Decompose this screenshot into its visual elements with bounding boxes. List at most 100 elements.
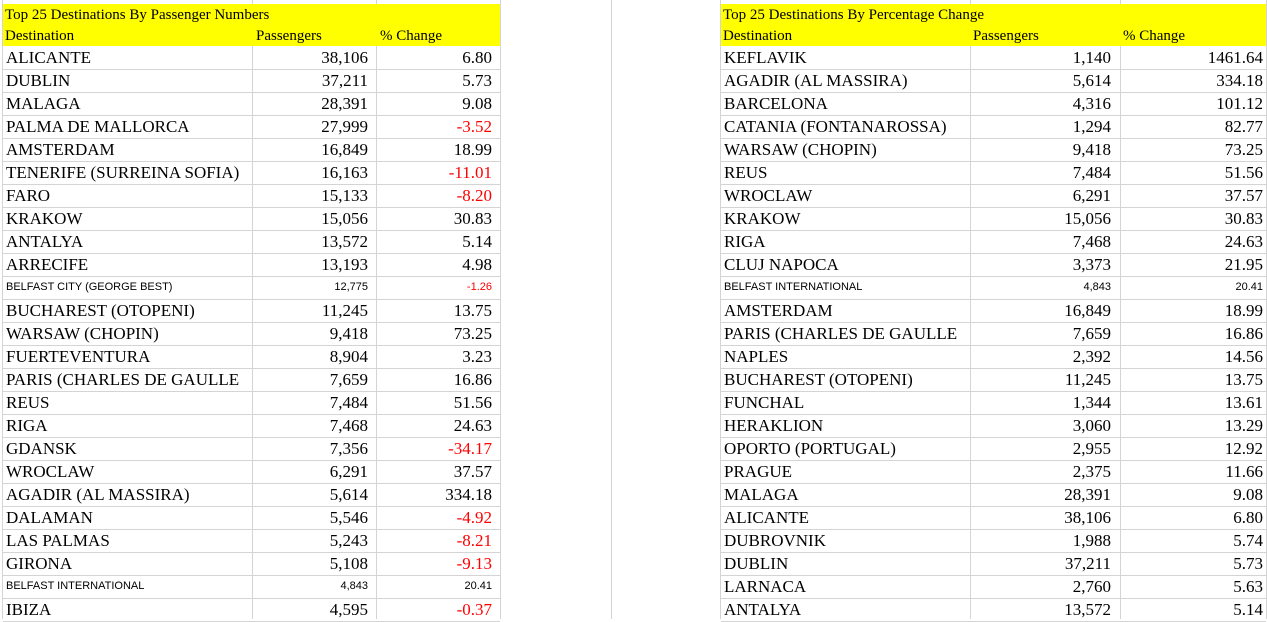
destination-cell[interactable]: MALAGA (724, 483, 970, 506)
passengers-cell[interactable]: 16,849 (253, 138, 368, 161)
destination-cell[interactable]: GIRONA (6, 552, 253, 575)
change-cell[interactable]: -8.21 (377, 529, 492, 552)
change-cell[interactable]: 73.25 (377, 322, 492, 345)
change-cell[interactable]: 11.66 (1121, 460, 1263, 483)
destination-cell[interactable]: WROCLAW (6, 460, 253, 483)
change-cell[interactable]: -1.26 (377, 276, 492, 299)
change-cell[interactable]: 73.25 (1121, 138, 1263, 161)
change-cell[interactable]: -11.01 (377, 161, 492, 184)
change-cell[interactable]: -4.92 (377, 506, 492, 529)
change-cell[interactable]: -3.52 (377, 115, 492, 138)
change-cell[interactable]: 30.83 (1121, 207, 1263, 230)
change-cell[interactable]: 51.56 (377, 391, 492, 414)
passengers-cell[interactable]: 28,391 (253, 92, 368, 115)
change-cell[interactable]: 1461.64 (1121, 46, 1263, 69)
change-cell[interactable]: 16.86 (377, 368, 492, 391)
change-cell[interactable]: 334.18 (1121, 69, 1263, 92)
change-cell[interactable]: 20.41 (377, 575, 492, 598)
change-cell[interactable]: 9.08 (377, 92, 492, 115)
destination-cell[interactable]: OPORTO (PORTUGAL) (724, 437, 970, 460)
destination-cell[interactable]: BARCELONA (724, 92, 970, 115)
passengers-cell[interactable]: 38,106 (253, 46, 368, 69)
destination-cell[interactable]: AMSTERDAM (724, 299, 970, 322)
change-cell[interactable]: 334.18 (377, 483, 492, 506)
change-cell[interactable]: 101.12 (1121, 92, 1263, 115)
passengers-cell[interactable]: 4,843 (971, 276, 1111, 299)
change-cell[interactable]: 21.95 (1121, 253, 1263, 276)
passengers-cell[interactable]: 3,373 (971, 253, 1111, 276)
change-cell[interactable]: 3.23 (377, 345, 492, 368)
passengers-cell[interactable]: 2,760 (971, 575, 1111, 598)
passengers-cell[interactable]: 12,775 (253, 276, 368, 299)
passengers-cell[interactable]: 13,572 (253, 230, 368, 253)
change-cell[interactable]: -34.17 (377, 437, 492, 460)
destination-cell[interactable]: REUS (724, 161, 970, 184)
passengers-cell[interactable]: 37,211 (253, 69, 368, 92)
destination-cell[interactable]: IBIZA (6, 598, 253, 621)
change-cell[interactable]: 9.08 (1121, 483, 1263, 506)
left-col-change[interactable]: % Change (380, 27, 442, 45)
change-cell[interactable]: 20.41 (1121, 276, 1263, 299)
change-cell[interactable]: 51.56 (1121, 161, 1263, 184)
change-cell[interactable]: 5.14 (1121, 598, 1263, 621)
change-cell[interactable]: 12.92 (1121, 437, 1263, 460)
change-cell[interactable]: 14.56 (1121, 345, 1263, 368)
left-col-destination[interactable]: Destination (5, 27, 74, 45)
destination-cell[interactable]: ARRECIFE (6, 253, 253, 276)
change-cell[interactable]: 13.75 (377, 299, 492, 322)
passengers-cell[interactable]: 5,108 (253, 552, 368, 575)
destination-cell[interactable]: PARIS (CHARLES DE GAULLE (6, 368, 253, 391)
passengers-cell[interactable]: 15,133 (253, 184, 368, 207)
passengers-cell[interactable]: 5,614 (971, 69, 1111, 92)
passengers-cell[interactable]: 9,418 (253, 322, 368, 345)
change-cell[interactable]: 13.29 (1121, 414, 1263, 437)
destination-cell[interactable]: FARO (6, 184, 253, 207)
passengers-cell[interactable]: 1,344 (971, 391, 1111, 414)
destination-cell[interactable]: KRAKOW (724, 207, 970, 230)
destination-cell[interactable]: KEFLAVIK (724, 46, 970, 69)
right-col-change[interactable]: % Change (1123, 27, 1185, 45)
destination-cell[interactable]: ANTALYA (6, 230, 253, 253)
change-cell[interactable]: -9.13 (377, 552, 492, 575)
destination-cell[interactable]: LAS PALMAS (6, 529, 253, 552)
destination-cell[interactable]: DALAMAN (6, 506, 253, 529)
passengers-cell[interactable]: 5,546 (253, 506, 368, 529)
change-cell[interactable]: 13.75 (1121, 368, 1263, 391)
passengers-cell[interactable]: 27,999 (253, 115, 368, 138)
passengers-cell[interactable]: 6,291 (253, 460, 368, 483)
destination-cell[interactable]: BELFAST CITY (GEORGE BEST) (6, 276, 253, 299)
passengers-cell[interactable]: 5,243 (253, 529, 368, 552)
passengers-cell[interactable]: 16,849 (971, 299, 1111, 322)
passengers-cell[interactable]: 6,291 (971, 184, 1111, 207)
destination-cell[interactable]: NAPLES (724, 345, 970, 368)
destination-cell[interactable]: BUCHAREST (OTOPENI) (724, 368, 970, 391)
passengers-cell[interactable]: 38,106 (971, 506, 1111, 529)
change-cell[interactable]: 16.86 (1121, 322, 1263, 345)
passengers-cell[interactable]: 1,294 (971, 115, 1111, 138)
destination-cell[interactable]: BUCHAREST (OTOPENI) (6, 299, 253, 322)
passengers-cell[interactable]: 7,468 (253, 414, 368, 437)
change-cell[interactable]: 6.80 (377, 46, 492, 69)
passengers-cell[interactable]: 2,392 (971, 345, 1111, 368)
passengers-cell[interactable]: 5,614 (253, 483, 368, 506)
destination-cell[interactable]: ALICANTE (6, 46, 253, 69)
destination-cell[interactable]: WROCLAW (724, 184, 970, 207)
destination-cell[interactable]: REUS (6, 391, 253, 414)
destination-cell[interactable]: BELFAST INTERNATIONAL (6, 575, 253, 598)
change-cell[interactable]: 37.57 (1121, 184, 1263, 207)
destination-cell[interactable]: TENERIFE (SURREINA SOFIA) (6, 161, 253, 184)
passengers-cell[interactable]: 11,245 (971, 368, 1111, 391)
destination-cell[interactable]: AMSTERDAM (6, 138, 253, 161)
passengers-cell[interactable]: 4,843 (253, 575, 368, 598)
passengers-cell[interactable]: 7,659 (971, 322, 1111, 345)
passengers-cell[interactable]: 7,468 (971, 230, 1111, 253)
change-cell[interactable]: 82.77 (1121, 115, 1263, 138)
passengers-cell[interactable]: 37,211 (971, 552, 1111, 575)
change-cell[interactable]: 5.74 (1121, 529, 1263, 552)
passengers-cell[interactable]: 7,484 (971, 161, 1111, 184)
change-cell[interactable]: 18.99 (377, 138, 492, 161)
change-cell[interactable]: 24.63 (1121, 230, 1263, 253)
passengers-cell[interactable]: 7,659 (253, 368, 368, 391)
passengers-cell[interactable]: 13,193 (253, 253, 368, 276)
destination-cell[interactable]: PARIS (CHARLES DE GAULLE (724, 322, 970, 345)
